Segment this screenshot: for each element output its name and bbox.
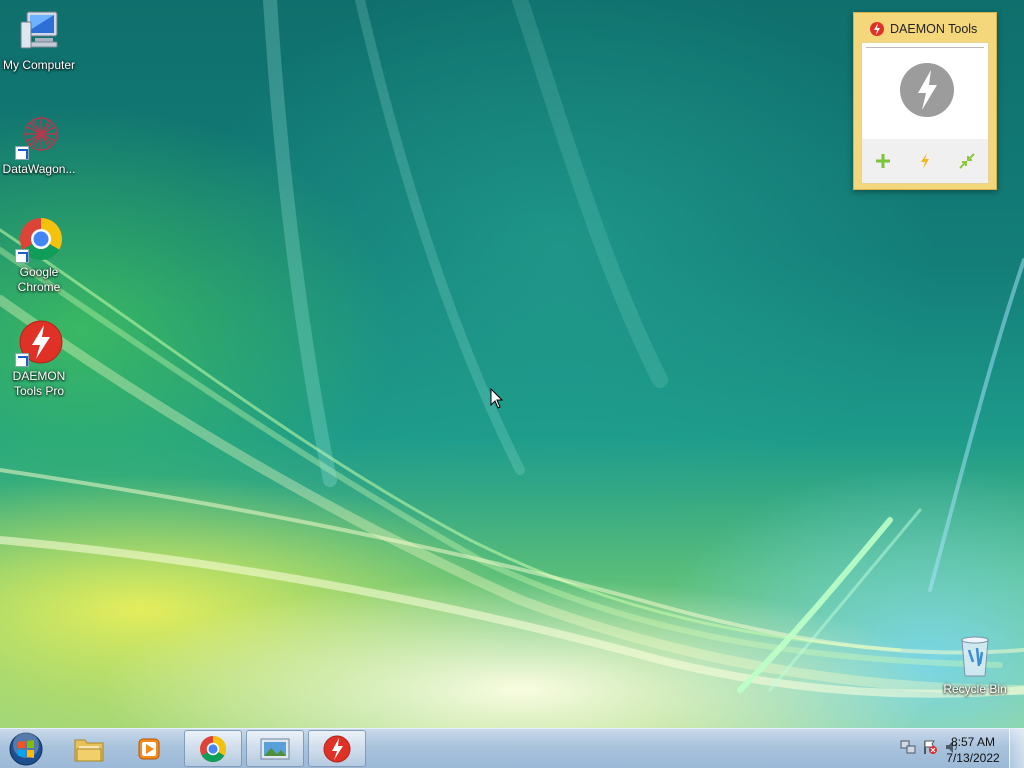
- folder-icon: [74, 739, 104, 761]
- divider: [866, 47, 984, 48]
- virtual-drive-disc-icon[interactable]: [900, 63, 954, 117]
- taskbar-image-viewer[interactable]: [246, 730, 304, 767]
- desktop-icon-my-computer[interactable]: My Computer: [1, 8, 77, 73]
- windows-logo-icon: [9, 732, 43, 766]
- desktop-icon-label: Google Chrome: [17, 265, 61, 294]
- shortcut-arrow-icon: [15, 353, 29, 367]
- start-button[interactable]: [6, 731, 46, 767]
- datawagon-icon: [15, 112, 63, 160]
- desktop-icon-recycle-bin[interactable]: Recycle Bin: [937, 632, 1013, 697]
- shortcut-arrow-icon: [15, 249, 29, 263]
- taskbar: 8:57 AM 7/13/2022: [0, 728, 1024, 769]
- picture-icon: [260, 738, 290, 759]
- computer-icon: [15, 8, 63, 56]
- daemon-tools-logo-icon: [870, 22, 884, 36]
- gadget-toolbar: [862, 139, 988, 183]
- shortcut-arrow-icon: [15, 146, 29, 160]
- taskbar-clock[interactable]: 8:57 AM 7/13/2022: [936, 734, 1010, 766]
- taskbar-windows-explorer[interactable]: [60, 730, 118, 767]
- desktop-icon-label: Recycle Bin: [943, 682, 1007, 696]
- gadget-title: DAEMON Tools: [890, 22, 978, 36]
- taskbar-media-player[interactable]: [120, 730, 178, 767]
- mouse-cursor-icon: [490, 388, 504, 409]
- gadget-body: [861, 42, 989, 184]
- daemon-tools-icon: [15, 319, 63, 367]
- quick-mount-button[interactable]: [912, 148, 938, 174]
- daemon-tools-icon: [323, 735, 351, 762]
- lightning-icon: [921, 153, 929, 169]
- chrome-icon: [200, 735, 227, 762]
- taskbar-google-chrome[interactable]: [184, 730, 242, 767]
- recycle-bin-icon: [951, 632, 999, 680]
- plus-icon: [876, 154, 890, 168]
- network-icon[interactable]: [900, 739, 916, 755]
- add-image-button[interactable]: [870, 148, 896, 174]
- arrows-icon: [959, 153, 975, 169]
- clock-date: 7/13/2022: [946, 751, 1000, 765]
- desktop-icon-datawagon[interactable]: DataWagon...: [1, 112, 77, 177]
- daemon-tools-gadget[interactable]: DAEMON Tools: [853, 12, 997, 190]
- desktop-icon-label: DAEMON Tools Pro: [12, 369, 66, 398]
- desktop: My Computer DataWagon... Google Chrome D…: [0, 0, 1024, 728]
- desktop-icon-google-chrome[interactable]: Google Chrome: [1, 215, 77, 295]
- desktop-icon-label: DataWagon...: [2, 162, 76, 176]
- taskbar-daemon-tools[interactable]: [308, 730, 366, 767]
- chrome-icon: [15, 215, 63, 263]
- media-player-icon: [138, 738, 160, 759]
- desktop-icon-daemon-tools-pro[interactable]: DAEMON Tools Pro: [1, 319, 77, 399]
- gadget-header: DAEMON Tools: [870, 20, 977, 38]
- clock-time: 8:57 AM: [950, 735, 996, 749]
- unmount-all-button[interactable]: [954, 148, 980, 174]
- desktop-icon-label: My Computer: [2, 58, 76, 72]
- show-desktop-button[interactable]: [1009, 729, 1024, 769]
